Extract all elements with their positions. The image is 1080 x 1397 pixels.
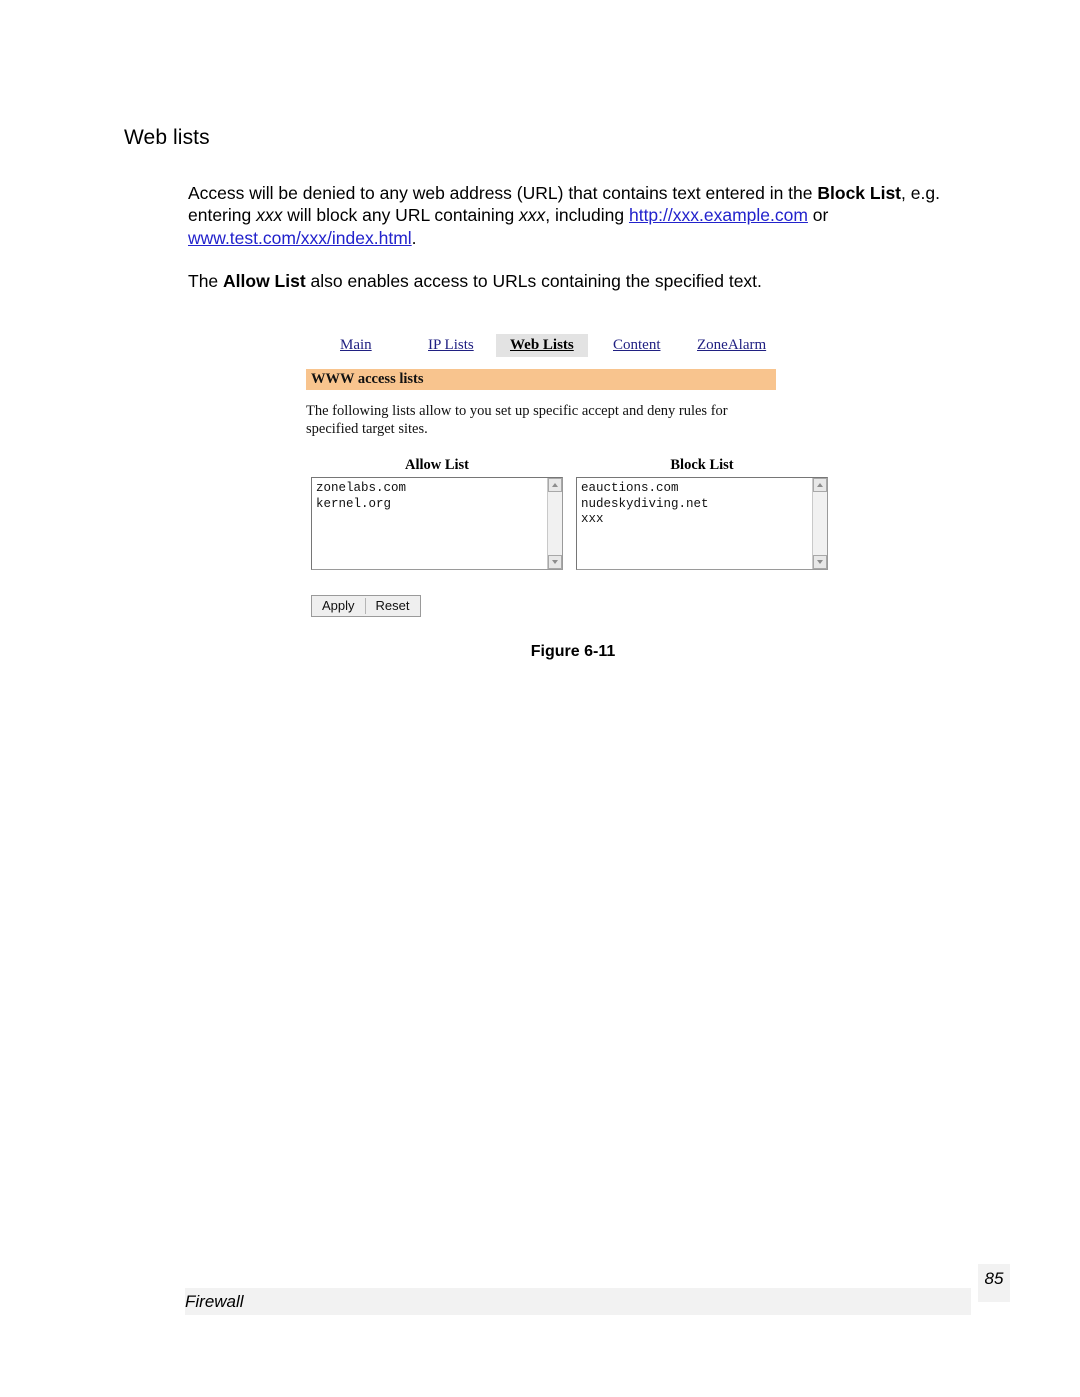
footer-section-label: Firewall (185, 1292, 244, 1311)
block-list-column: Block List eauctions.com nudeskydiving.n… (576, 457, 828, 570)
paragraph1-part5: or (807, 205, 829, 226)
paragraph2-part2: also enables access to URLs containing t… (305, 271, 762, 292)
paragraph2-bold-allow-list: Allow List (223, 271, 306, 292)
tab-web-lists[interactable]: Web Lists (496, 334, 588, 357)
allow-list-column: Allow List zonelabs.com kernel.org (311, 457, 563, 570)
block-list-label: Block List (670, 457, 734, 473)
tab-ip-lists[interactable]: IP Lists (428, 336, 474, 355)
paragraph1-part6: . (411, 227, 417, 248)
allow-list-textarea[interactable]: zonelabs.com kernel.org (311, 477, 563, 570)
paragraph1-part4: , including (545, 205, 629, 226)
paragraph-allow-list: The Allow List also enables access to UR… (188, 270, 948, 292)
link-xxx-example-com[interactable]: http://xxx.example.com (629, 205, 808, 225)
lists-row: Allow List zonelabs.com kernel.org Block… (306, 457, 840, 581)
paragraph1-italic-xxx-2: xxx (519, 205, 546, 226)
apply-button[interactable]: Apply (312, 596, 365, 616)
body-text: Access will be denied to any web address… (188, 182, 948, 293)
triangle-down-icon (817, 560, 823, 564)
footer-band (185, 1288, 971, 1315)
section-title-band: WWW access lists (306, 369, 776, 390)
paragraph2-part1: The (188, 271, 224, 292)
triangle-up-icon (552, 483, 558, 487)
allow-list-value: zonelabs.com kernel.org (316, 481, 407, 511)
link-test-com-index-html[interactable]: www.test.com/xxx/index.html (188, 228, 412, 248)
reset-button[interactable]: Reset (365, 596, 420, 616)
triangle-down-icon (552, 560, 558, 564)
section-description: The following lists allow to you set up … (306, 403, 728, 437)
page-number: 85 (984, 1269, 1004, 1288)
paragraph1-part1: Access will be denied to any web address… (188, 183, 818, 203)
block-list-textarea[interactable]: eauctions.com nudeskydiving.net xxx (576, 477, 828, 570)
figure-caption: Figure 6-11 (530, 643, 616, 660)
allow-list-scrollbar[interactable] (547, 478, 562, 569)
paragraph1-bold-block-list: Block List (817, 183, 902, 203)
paragraph-block-list: Access will be denied to any web address… (188, 182, 948, 249)
block-list-value: eauctions.com nudeskydiving.net xxx (581, 481, 709, 526)
tab-content[interactable]: Content (613, 336, 661, 355)
paragraph1-part3: will block any URL containing (282, 205, 520, 226)
tab-zonealarm[interactable]: ZoneAlarm (697, 336, 766, 355)
triangle-up-icon (817, 483, 823, 487)
scroll-up-icon[interactable] (548, 478, 562, 492)
page-title: Web lists (124, 126, 210, 149)
tab-main[interactable]: Main (340, 336, 372, 355)
figure-tabbar: Main IP Lists Web Lists Content ZoneAlar… (306, 334, 840, 361)
form-button-row: Apply Reset (311, 595, 421, 617)
scroll-down-icon[interactable] (548, 555, 562, 569)
allow-list-label: Allow List (404, 457, 470, 473)
block-list-scrollbar[interactable] (812, 478, 827, 569)
figure-screenshot: Main IP Lists Web Lists Content ZoneAlar… (306, 334, 840, 617)
paragraph1-italic-xxx-1: xxx (256, 205, 283, 226)
scroll-down-icon[interactable] (813, 555, 827, 569)
scroll-up-icon[interactable] (813, 478, 827, 492)
